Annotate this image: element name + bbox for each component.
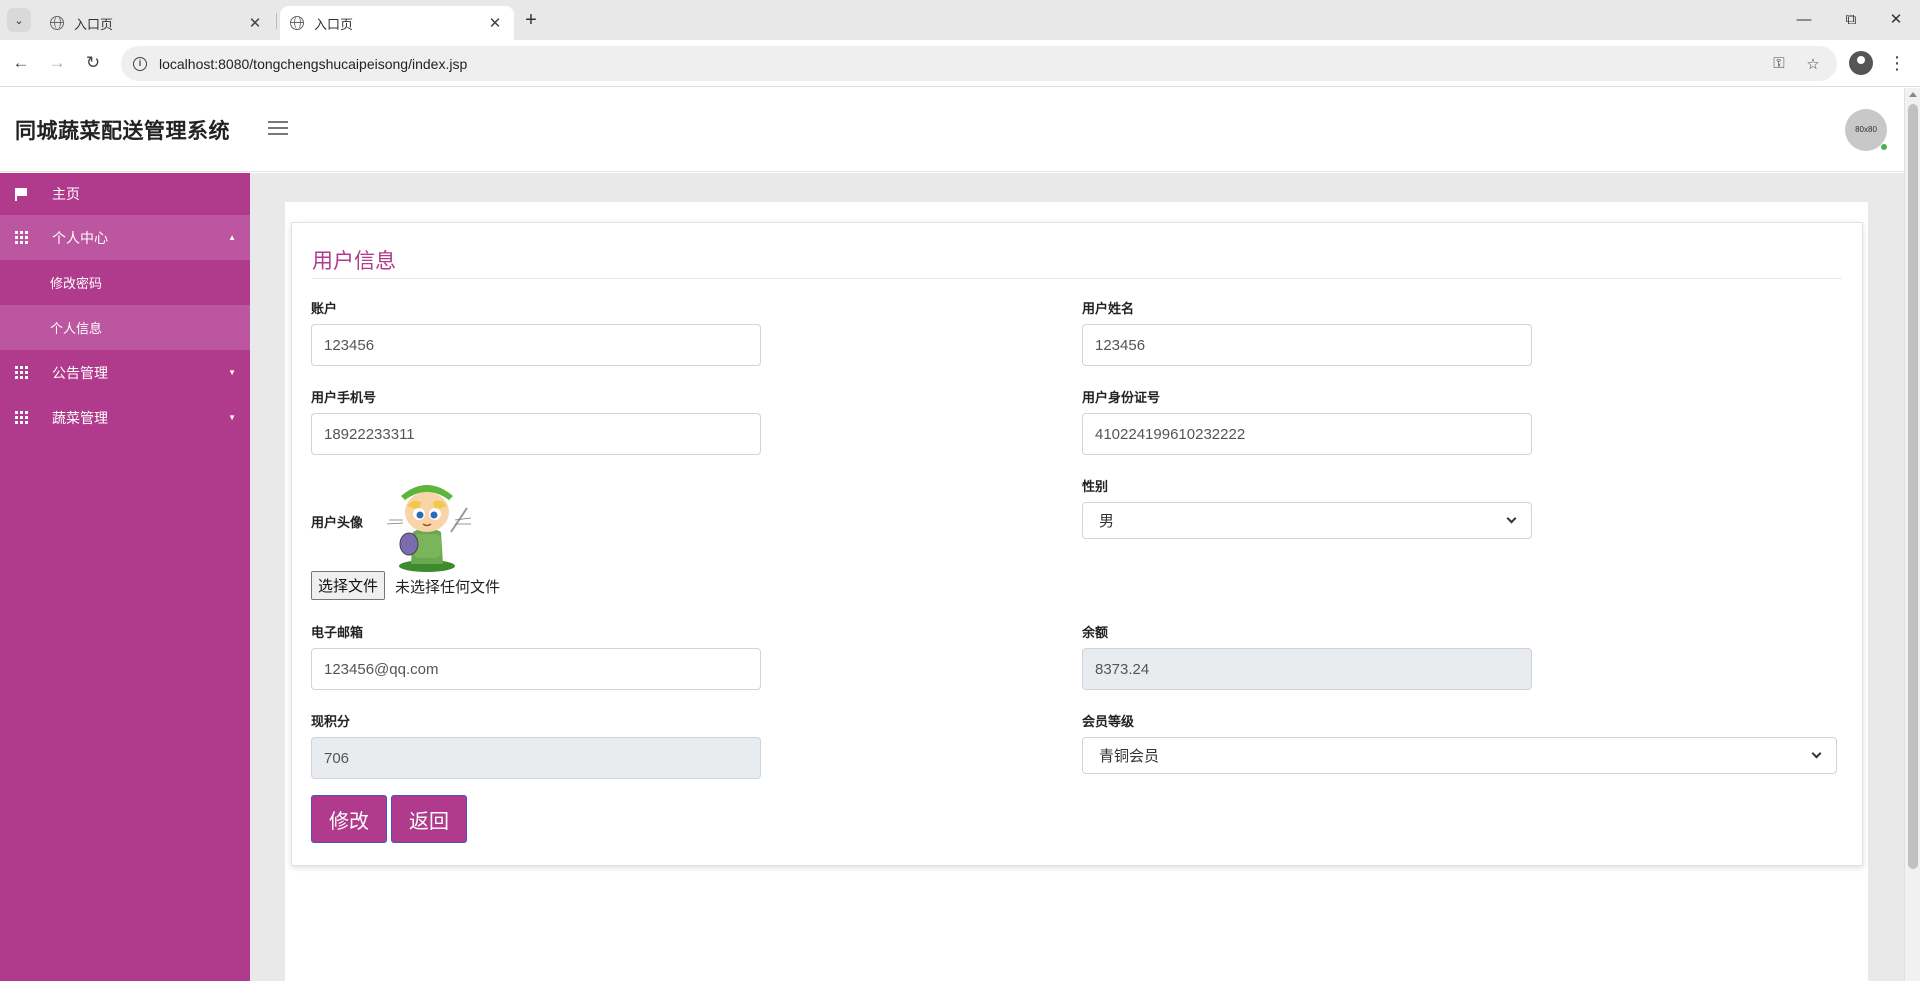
points-label: 现积分 [311, 714, 351, 729]
browser-tab-1[interactable]: 入口页 ✕ [40, 6, 274, 40]
member-level-label: 会员等级 [1082, 714, 1135, 729]
gender-label: 性别 [1082, 479, 1109, 494]
app-header: 同城蔬菜配送管理系统 80x80 [0, 88, 1904, 172]
browser-tab-2[interactable]: 入口页 ✕ [280, 6, 514, 40]
globe-icon [50, 16, 64, 30]
user-avatar-image [386, 485, 472, 572]
sidebar-item-label: 主页 [52, 186, 80, 202]
choose-file-button[interactable]: 选择文件 [311, 571, 386, 600]
submit-button[interactable]: 修改 [311, 795, 387, 843]
new-tab-button[interactable]: + [520, 9, 542, 31]
username-label: 用户姓名 [1082, 301, 1135, 316]
grid-icon [15, 411, 29, 424]
grid-icon [15, 366, 29, 379]
account-field[interactable]: 123456 [311, 324, 761, 366]
address-bar: ← → ↻ i localhost:8080/tongchengshucaipe… [0, 40, 1920, 87]
sidebar-item-personal-center[interactable]: 个人中心 ▲ [0, 215, 250, 260]
flag-icon [15, 187, 29, 201]
idcard-label: 用户身份证号 [1082, 390, 1161, 405]
card-title: 用户信息 [312, 250, 396, 273]
chevron-down-icon [1506, 513, 1517, 524]
menu-toggle-icon[interactable] [268, 121, 288, 137]
back-arrow-icon[interactable]: ← [8, 50, 34, 76]
chevron-down-icon [1811, 748, 1822, 759]
back-button[interactable]: 返回 [391, 795, 467, 843]
tab-separator [276, 13, 277, 29]
grid-icon [15, 231, 29, 244]
tab-title: 入口页 [74, 16, 114, 32]
site-info-icon[interactable]: i [133, 56, 147, 71]
points-field: 706 [311, 737, 761, 779]
scrollbar-thumb[interactable] [1908, 104, 1918, 869]
close-icon[interactable]: ✕ [246, 14, 264, 32]
key-icon[interactable]: ⚿ [1769, 55, 1789, 72]
email-field[interactable]: 123456@qq.com [311, 648, 761, 690]
vertical-scrollbar[interactable] [1904, 88, 1920, 981]
phone-field[interactable]: 18922233311 [311, 413, 761, 455]
sidebar-subitem-personal-info[interactable]: 个人信息 [0, 305, 250, 350]
username-field[interactable]: 123456 [1082, 324, 1532, 366]
reload-icon[interactable]: ↻ [80, 50, 106, 76]
sidebar: 主页 个人中心 ▲ 修改密码 个人信息 公告管理 ▼ 蔬菜管理 ▼ [0, 173, 250, 981]
tab-title: 入口页 [314, 16, 354, 32]
member-level-select[interactable]: 青铜会员 [1082, 737, 1837, 774]
caret-up-icon: ▲ [228, 233, 236, 242]
account-label: 账户 [311, 301, 338, 316]
sidebar-item-label: 蔬菜管理 [52, 409, 108, 426]
forward-arrow-icon[interactable]: → [44, 50, 70, 76]
avatar-label: 用户头像 [311, 515, 364, 530]
browser-tabbar: ⌄ 入口页 ✕ 入口页 ✕ + — ⧉ ✕ [0, 0, 1920, 40]
window-close-icon[interactable]: ✕ [1884, 8, 1908, 32]
browser-menu-icon[interactable]: ⋮ [1888, 50, 1906, 76]
sidebar-item-label: 公告管理 [52, 364, 108, 381]
gender-selected-value: 男 [1099, 513, 1115, 530]
phone-label: 用户手机号 [311, 390, 377, 405]
member-level-selected-value: 青铜会员 [1099, 748, 1160, 765]
balance-label: 余额 [1082, 625, 1109, 640]
restore-icon[interactable]: ⧉ [1839, 8, 1863, 32]
idcard-field[interactable]: 410224199610232222 [1082, 413, 1532, 455]
sidebar-item-notice-management[interactable]: 公告管理 ▼ [0, 350, 250, 395]
sidebar-item-home[interactable]: 主页 [0, 173, 250, 215]
online-status-dot [1880, 143, 1888, 151]
sidebar-item-label: 个人中心 [52, 229, 108, 246]
email-label: 电子邮箱 [311, 625, 364, 640]
sidebar-item-vegetable-management[interactable]: 蔬菜管理 ▼ [0, 395, 250, 440]
gender-select[interactable]: 男 [1082, 502, 1532, 539]
minimize-icon[interactable]: — [1792, 8, 1816, 32]
scroll-up-arrow-icon[interactable] [1909, 92, 1917, 97]
tab-search-button[interactable]: ⌄ [7, 8, 31, 32]
url-text[interactable]: localhost:8080/tongchengshucaipeisong/in… [159, 56, 1769, 72]
bookmark-star-icon[interactable]: ☆ [1803, 55, 1823, 73]
sidebar-subitem-change-password[interactable]: 修改密码 [0, 260, 250, 305]
url-field[interactable]: i localhost:8080/tongchengshucaipeisong/… [121, 46, 1837, 81]
caret-down-icon: ▼ [228, 413, 236, 422]
app-title: 同城蔬菜配送管理系统 [15, 120, 230, 143]
profile-icon[interactable] [1849, 51, 1873, 75]
file-status-text: 未选择任何文件 [395, 579, 501, 596]
divider [312, 278, 1842, 279]
close-icon[interactable]: ✕ [486, 14, 504, 32]
globe-icon [290, 16, 304, 30]
balance-field: 8373.24 [1082, 648, 1532, 690]
caret-down-icon: ▼ [228, 368, 236, 377]
